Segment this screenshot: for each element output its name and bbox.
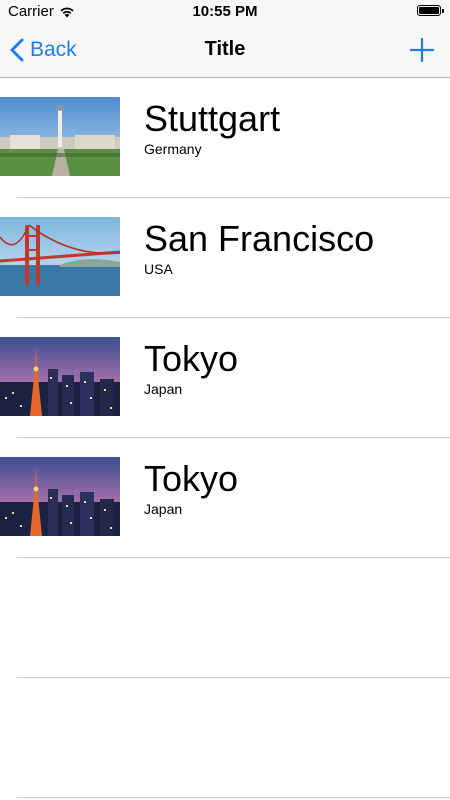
country-name: Germany [144,141,202,157]
list-item[interactable]: Tokyo Japan [0,438,450,558]
list-item[interactable]: Stuttgart Germany [0,78,450,198]
country-name: Japan [144,501,183,517]
city-name: Tokyo [144,338,239,379]
list-item[interactable]: Tokyo Japan [0,318,450,438]
city-name: Tokyo [144,458,239,499]
city-list: Stuttgart Germany San Francisco USA Toky… [0,78,450,798]
stuttgart-photo [0,97,120,176]
country-name: Japan [144,381,183,397]
tokyo-photo [0,457,120,536]
row-separator [17,797,450,798]
country-name: USA [144,261,173,277]
status-time: 10:55 PM [192,3,258,20]
navigation-bar: Back Title [0,24,450,78]
tokyo-photo [0,337,120,416]
page-title: Title [204,38,246,60]
city-name: San Francisco [144,218,375,259]
list-item[interactable]: San Francisco USA [0,198,450,318]
plus-icon[interactable] [410,38,434,62]
battery-icon [417,5,444,16]
empty-row [0,678,450,798]
san-francisco-photo [0,217,120,296]
status-bar: Carrier 10:55 PM [0,0,450,24]
empty-row [0,558,450,678]
city-name: Stuttgart [144,98,281,139]
